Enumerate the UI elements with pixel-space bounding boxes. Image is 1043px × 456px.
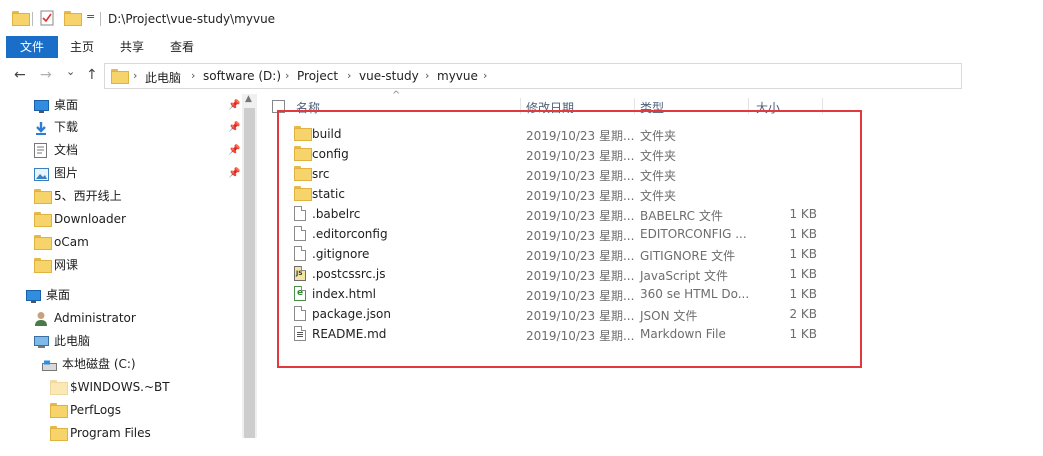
chevron-right-icon[interactable]: ›	[483, 69, 487, 82]
pin-icon[interactable]: 📌	[228, 168, 240, 179]
ribbon-tabs: 文件 主页 共享 查看	[0, 36, 1043, 58]
pin-icon[interactable]: 📌	[228, 100, 240, 111]
navigation-pane: 桌面 📌 下载 📌 文档 📌 图片 📌 5、西开线上 Downloader oC…	[0, 92, 258, 456]
sidebar-item-label: 此电脑	[54, 334, 91, 348]
tab-view[interactable]: 查看	[162, 36, 202, 58]
sidebar-item-label: $WINDOWS.~BT	[70, 380, 170, 394]
sidebar-item-label: 下载	[54, 120, 79, 134]
folder-icon	[111, 69, 129, 84]
download-icon	[34, 120, 48, 142]
folder-icon	[50, 380, 68, 395]
back-button[interactable]: ←	[14, 67, 26, 83]
window-title: D:\Project\vue-study\myvue	[108, 12, 276, 26]
desktop-icon	[34, 98, 49, 120]
folder-icon	[50, 403, 68, 418]
sidebar-item-label: 5、西开线上	[54, 189, 122, 203]
sidebar-scrollbar[interactable]: ▲	[242, 94, 257, 438]
folder-icon	[34, 258, 52, 273]
chevron-right-icon[interactable]: ›	[133, 69, 137, 82]
picture-icon	[34, 166, 49, 188]
chevron-right-icon[interactable]: ›	[191, 69, 195, 82]
pin-icon[interactable]: 📌	[228, 145, 240, 156]
scrollbar-thumb[interactable]	[244, 108, 255, 438]
sidebar-item-label: Program Files	[70, 426, 151, 440]
sidebar-item-label: 本地磁盘 (C:)	[62, 357, 136, 371]
sidebar-item-label: 桌面	[54, 98, 79, 112]
breadcrumb-software-d[interactable]: software (D:)	[203, 69, 281, 83]
divider	[32, 12, 33, 26]
title-bar: = D:\Project\vue-study\myvue	[0, 0, 1043, 36]
forward-button[interactable]: →	[40, 67, 52, 83]
tab-file[interactable]: 文件	[6, 36, 58, 58]
sidebar-item-label: oCam	[54, 235, 89, 249]
recent-locations-button[interactable]: ⌄	[66, 65, 75, 78]
address-bar[interactable]: › 此电脑 › software (D:) › Project › vue-st…	[104, 63, 962, 89]
document-icon	[34, 143, 47, 165]
sidebar-item-label: 桌面	[46, 288, 71, 302]
chevron-right-icon[interactable]: ›	[347, 69, 351, 82]
folder-icon	[34, 235, 52, 250]
sidebar-item-label: PerfLogs	[70, 403, 122, 417]
sort-ascending-icon: ^	[392, 90, 401, 101]
user-icon	[34, 311, 48, 333]
breadcrumb-this-pc[interactable]: 此电脑	[145, 69, 181, 86]
highlight-box	[277, 110, 862, 368]
customize-quick-access-icon[interactable]: =	[86, 10, 95, 23]
sidebar-item-label: Administrator	[54, 311, 136, 325]
properties-icon[interactable]	[40, 10, 54, 29]
chevron-right-icon[interactable]: ›	[285, 69, 289, 82]
drive-icon	[42, 357, 57, 379]
divider	[100, 12, 101, 26]
folder-icon	[34, 189, 52, 204]
tab-home[interactable]: 主页	[62, 36, 102, 58]
tab-share[interactable]: 共享	[112, 36, 152, 58]
sidebar-item-label: Downloader	[54, 212, 126, 226]
up-button[interactable]: ↑	[86, 67, 98, 83]
new-folder-icon[interactable]	[64, 11, 82, 26]
folder-icon	[34, 212, 52, 227]
sidebar-item-label: 图片	[54, 166, 79, 180]
breadcrumb-myvue[interactable]: myvue	[437, 69, 478, 83]
desktop-icon	[26, 288, 41, 310]
chevron-right-icon[interactable]: ›	[425, 69, 429, 82]
folder-icon	[50, 426, 68, 441]
computer-icon	[34, 334, 49, 356]
scroll-up-icon[interactable]: ▲	[245, 94, 252, 104]
navigation-bar: ← → ⌄ ↑ › 此电脑 › software (D:) › Project …	[0, 62, 1043, 90]
breadcrumb-project[interactable]: Project	[297, 69, 338, 83]
breadcrumb-vue-study[interactable]: vue-study	[359, 69, 419, 83]
folder-icon[interactable]	[12, 11, 30, 26]
sidebar-item-label: 网课	[54, 258, 79, 272]
sidebar-item-label: 文档	[54, 143, 79, 157]
pin-icon[interactable]: 📌	[228, 122, 240, 133]
